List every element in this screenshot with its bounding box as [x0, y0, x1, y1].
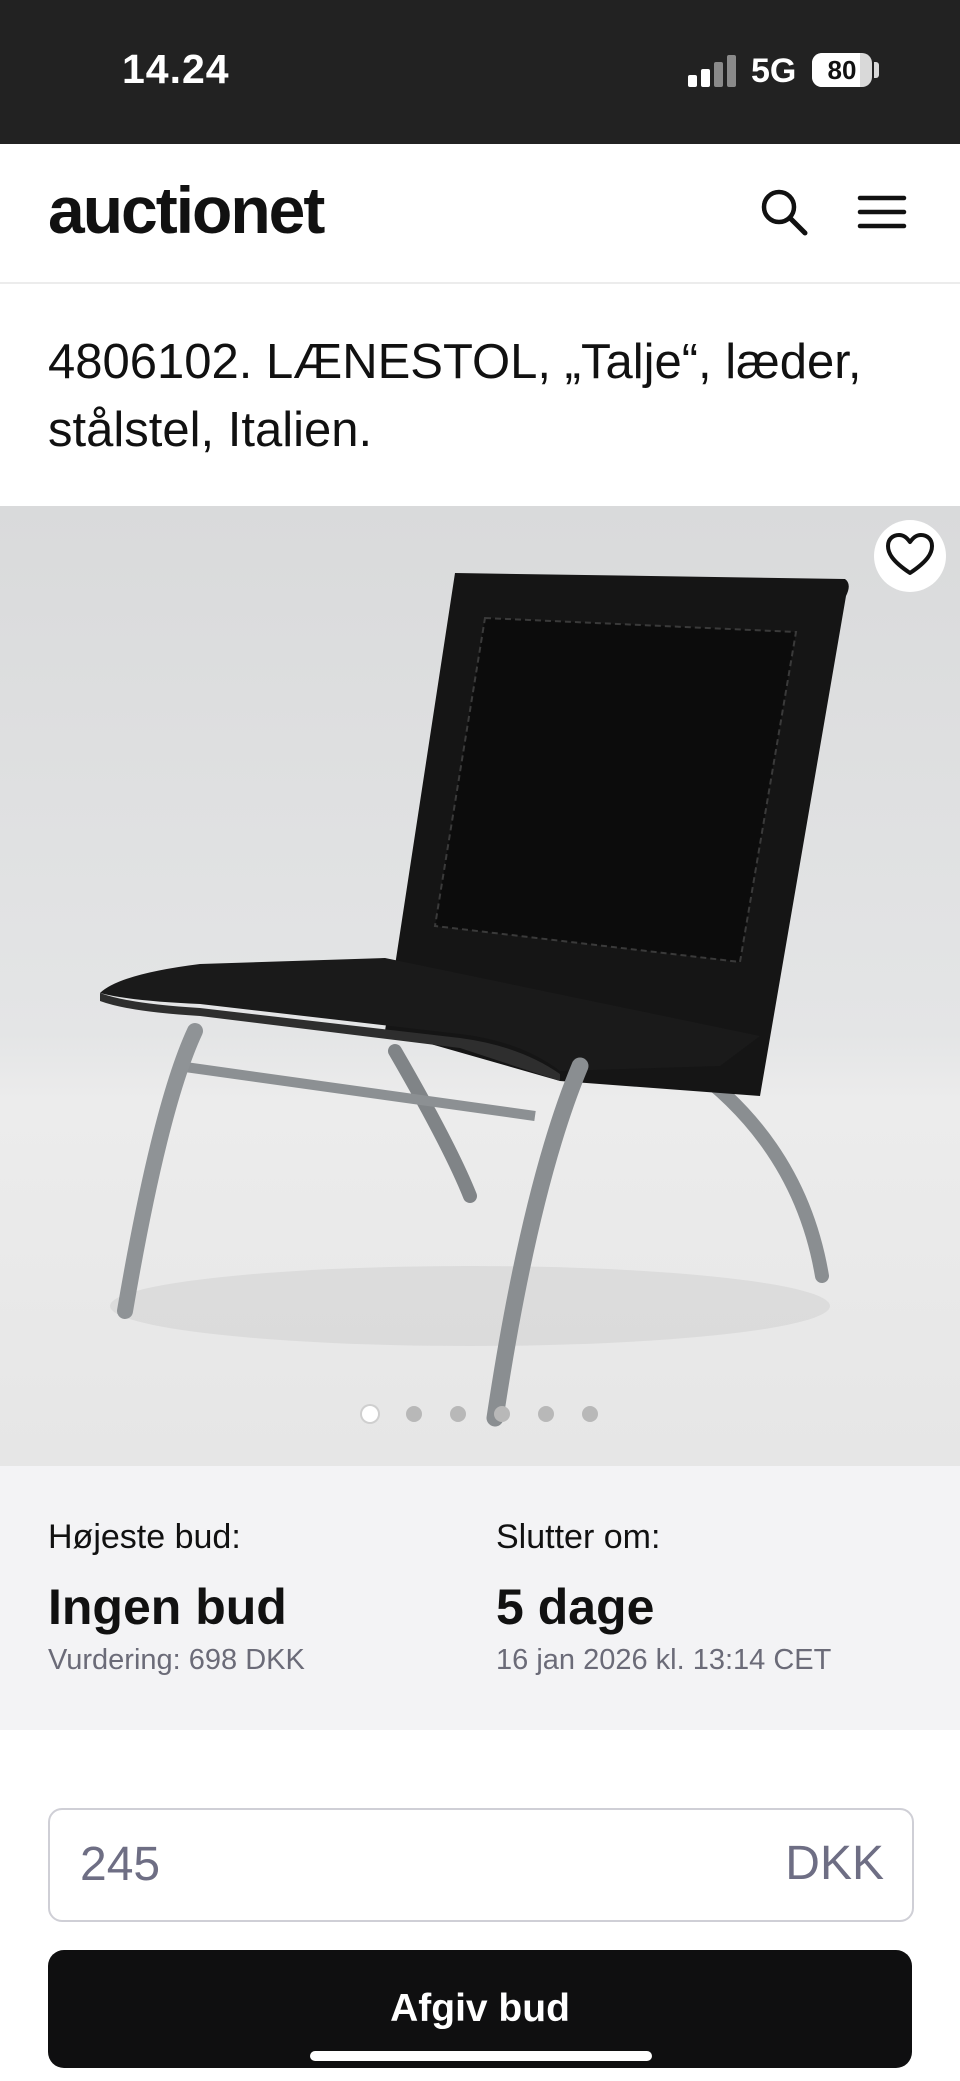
estimate: Vurdering: 698 DKK [48, 1644, 305, 1676]
favorite-button[interactable] [874, 520, 946, 592]
highest-bid-label: Højeste bud: [48, 1518, 241, 1556]
bid-amount-input[interactable] [78, 1828, 762, 1900]
bid-info-panel: Højeste bud: Ingen bud Vurdering: 698 DK… [0, 1466, 960, 1730]
gallery-dot[interactable] [538, 1406, 554, 1422]
heart-icon [886, 533, 934, 575]
gallery-pagination [0, 1406, 960, 1426]
site-logo[interactable]: auctionet [48, 172, 325, 248]
bid-currency: DKK [785, 1837, 884, 1890]
status-bar: 14.24 5G 80 [0, 0, 960, 144]
bid-amount-field[interactable]: DKK [48, 1808, 914, 1922]
gallery-dot[interactable] [406, 1406, 422, 1422]
network-type: 5G [751, 52, 797, 90]
battery-level: 80 [827, 55, 857, 85]
site-header: auctionet [0, 144, 960, 284]
gallery-dot[interactable] [494, 1406, 510, 1422]
product-image[interactable] [0, 506, 960, 1466]
ends-date: 16 jan 2026 kl. 13:14 CET [496, 1644, 832, 1676]
menu-button[interactable] [856, 186, 908, 238]
ends-label: Slutter om: [496, 1518, 661, 1556]
status-time: 14.24 [122, 46, 230, 92]
hamburger-menu-icon [857, 195, 907, 229]
lot-title: 4806102. LÆNESTOL, „Talje“, læder, ståls… [48, 335, 862, 457]
search-icon [761, 189, 808, 236]
gallery-dot[interactable] [450, 1406, 466, 1422]
cellular-signal-icon [688, 55, 738, 87]
battery-cap [874, 62, 879, 78]
gallery-dot[interactable] [582, 1406, 598, 1422]
highest-bid-value: Ingen bud [48, 1579, 287, 1635]
home-indicator [310, 2051, 652, 2061]
ends-value: 5 dage [496, 1579, 655, 1635]
battery-icon: 80 [812, 53, 872, 87]
chair-photo [100, 573, 849, 1427]
search-button[interactable] [756, 184, 812, 240]
gallery-dot[interactable] [362, 1406, 378, 1422]
